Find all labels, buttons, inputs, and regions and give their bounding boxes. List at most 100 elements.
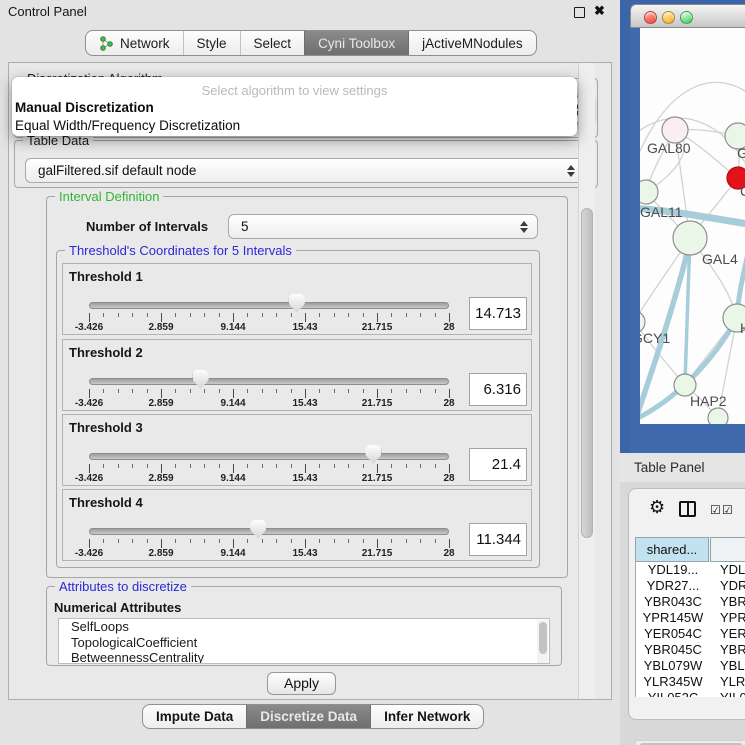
tab-select[interactable]: Select [240, 31, 305, 55]
table-panel-title: Table Panel [634, 460, 705, 475]
table-data-select[interactable]: galFiltered.sif default node [25, 158, 585, 183]
slider-track[interactable] [89, 378, 449, 385]
checkbox-icon[interactable]: ☑ [710, 503, 721, 517]
selected-table: galFiltered.sif default node [38, 163, 196, 178]
menu-item-manual-discretization[interactable]: Manual Discretization [15, 100, 154, 115]
network-window-titlebar[interactable] [630, 4, 745, 28]
tab-infer-network[interactable]: Infer Network [370, 705, 483, 728]
threshold-value-field[interactable]: 14.713 [469, 297, 527, 330]
slider-track[interactable] [89, 453, 449, 460]
tab-cyni-toolbox[interactable]: Cyni Toolbox [304, 31, 408, 55]
slider-handle[interactable] [250, 520, 266, 539]
algorithm-dropdown-popup: Select algorithm to view settings Manual… [12, 77, 577, 136]
tick-label: 15.43 [292, 322, 317, 333]
slider-ticks [89, 539, 449, 548]
numerical-attributes-label: Numerical Attributes [54, 600, 181, 615]
table-row[interactable]: YDL19...YDL1 [636, 562, 745, 578]
slider-track[interactable] [89, 302, 449, 309]
tick-label: 15.43 [292, 473, 317, 484]
table-row[interactable]: YDR27...YDR2 [636, 578, 745, 594]
tab-style[interactable]: Style [183, 31, 240, 55]
list-item[interactable]: BetweennessCentrality [59, 650, 549, 664]
network-canvas[interactable]: GAL80 GA C GAL11 GAL4 GCY1 H HAP2 [640, 28, 745, 424]
tick-label: 21.715 [362, 398, 393, 409]
list-item[interactable]: TopologicalCoefficient [59, 635, 549, 651]
column-header-name[interactable]: n [710, 537, 745, 562]
tick-label: 2.859 [148, 322, 173, 333]
network-view-frame: GAL80 GA C GAL11 GAL4 GCY1 H HAP2 [630, 28, 745, 453]
mac-minimize-button[interactable] [662, 11, 675, 24]
tick-label: 9.144 [220, 473, 245, 484]
tab-label: Cyni Toolbox [318, 36, 395, 51]
tick-label: 21.715 [362, 548, 393, 559]
number-of-intervals-select[interactable]: 5 [228, 214, 538, 239]
node-label: H [740, 320, 745, 336]
tab-label: Infer Network [384, 709, 470, 724]
list-item[interactable]: SelfLoops [59, 619, 549, 635]
close-icon[interactable]: ✖ [594, 3, 605, 19]
checkbox-icon[interactable]: ☑ [722, 503, 733, 517]
tick-label: -3.426 [75, 322, 103, 333]
group-title: Attributes to discretize [55, 579, 191, 594]
threshold-value-field[interactable]: 21.4 [469, 448, 527, 481]
tick-label: 9.144 [220, 322, 245, 333]
float-window-icon[interactable] [574, 7, 585, 18]
network-nodes[interactable] [640, 117, 745, 424]
threshold-label: Threshold 1 [69, 269, 143, 284]
node-table: shared... n YDL19...YDL1 YDR27...YDR2 YB… [635, 537, 745, 709]
slider-track[interactable] [89, 528, 449, 535]
combo-arrows-icon [567, 165, 575, 177]
apply-button[interactable]: Apply [267, 672, 336, 695]
threshold-value-field[interactable]: 6.316 [469, 373, 527, 406]
tab-impute-data[interactable]: Impute Data [143, 705, 246, 728]
slider-ticks [89, 464, 449, 473]
vertical-scrollbar[interactable] [578, 63, 595, 699]
column-header-shared-name[interactable]: shared... [635, 537, 709, 562]
scrollbar-thumb[interactable] [581, 208, 593, 538]
table-data-group: Table Data galFiltered.sif default node [14, 140, 598, 188]
number-of-intervals-label: Number of Intervals [86, 219, 208, 234]
menu-item-equal-width-frequency[interactable]: Equal Width/Frequency Discretization [15, 118, 240, 133]
tab-label: Style [197, 36, 227, 51]
table-row[interactable]: YBL079WYBL0 [636, 658, 745, 674]
tab-discretize-data[interactable]: Discretize Data [246, 705, 370, 728]
table-row[interactable]: YBR043CYBR0 [636, 594, 745, 610]
tick-label: 28 [443, 548, 454, 559]
top-tab-bar: Network Style Select Cyni Toolbox jActiv… [85, 30, 537, 56]
node-label: GA [737, 145, 745, 161]
control-panel-titlebar: Control Panel ✖ [0, 0, 620, 24]
threshold-row: Threshold 3 -3.426 2.859 9.144 15.43 21.… [62, 414, 532, 486]
table-row[interactable]: YER054CYER0 [636, 626, 745, 642]
table-row[interactable]: YIL052CYIL0 [636, 690, 745, 697]
tick-label: 2.859 [148, 398, 173, 409]
tab-label: Select [254, 36, 292, 51]
tick-label: 28 [443, 398, 454, 409]
list-scrollbar[interactable] [537, 620, 548, 664]
tab-label: Discretize Data [260, 709, 357, 724]
slider-ticks [89, 313, 449, 322]
threshold-value-field[interactable]: 11.344 [469, 523, 527, 556]
slider-handle[interactable] [365, 445, 381, 464]
slider-handle[interactable] [193, 370, 209, 389]
tab-jactivemnodules[interactable]: jActiveMNodules [408, 31, 536, 55]
screen: Control Panel ✖ Network Style Sel [0, 0, 745, 745]
numerical-attributes-list: SelfLoops TopologicalCoefficient Between… [58, 618, 550, 664]
dropdown-hint: Select algorithm to view settings [12, 83, 577, 98]
tick-label: 28 [443, 322, 454, 333]
slider-handle[interactable] [289, 294, 305, 313]
tab-network[interactable]: Network [86, 31, 183, 55]
threshold-label: Threshold 4 [69, 495, 143, 510]
split-column-icon[interactable] [679, 501, 696, 517]
tick-label: 21.715 [362, 322, 393, 333]
tick-label: 15.43 [292, 548, 317, 559]
horizontal-scrollbar[interactable] [635, 740, 745, 745]
mac-close-button[interactable] [644, 11, 657, 24]
table-row[interactable]: YLR345WYLR3 [636, 674, 745, 690]
table-row[interactable]: YPR145WYPR1 [636, 610, 745, 626]
gear-icon[interactable]: ⚙ [649, 497, 665, 518]
tab-label: jActiveMNodules [422, 36, 523, 51]
tab-label: Impute Data [156, 709, 233, 724]
tick-label: 2.859 [148, 473, 173, 484]
mac-zoom-button[interactable] [680, 11, 693, 24]
table-row[interactable]: YBR045CYBR0 [636, 642, 745, 658]
